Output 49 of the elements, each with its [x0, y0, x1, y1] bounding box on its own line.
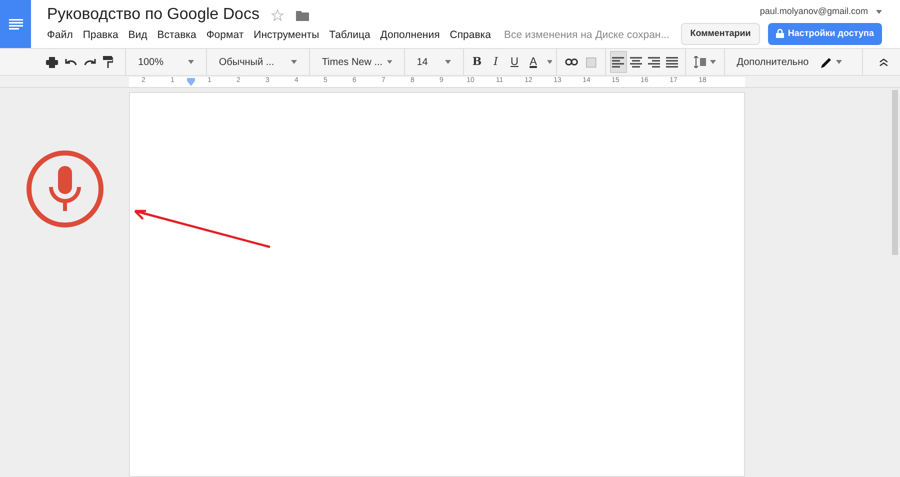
- comments-button[interactable]: Комментарии: [681, 22, 760, 44]
- font-size-select[interactable]: 14: [408, 48, 459, 76]
- collapse-icon[interactable]: [878, 58, 888, 66]
- paint-roller-icon[interactable]: [103, 56, 113, 68]
- align-icon: [612, 56, 624, 68]
- share-button[interactable]: Настройки доступа: [768, 22, 882, 44]
- format-button[interactable]: A: [524, 50, 543, 74]
- folder-icon[interactable]: [296, 10, 310, 20]
- star-icon[interactable]: [271, 8, 284, 22]
- menu-item[interactable]: Правка: [82, 28, 118, 42]
- menu-item[interactable]: Таблица: [329, 28, 370, 42]
- pencil-icon[interactable]: [820, 56, 832, 68]
- align-button[interactable]: [610, 51, 628, 73]
- align-icon: [648, 56, 660, 68]
- docs-menu-icon[interactable]: [0, 0, 31, 48]
- lock-icon: [776, 29, 784, 38]
- caret-icon: [290, 60, 297, 64]
- more-menu[interactable]: Дополнительно: [728, 48, 821, 76]
- redo-icon[interactable]: [84, 58, 96, 66]
- caret-icon: [836, 60, 842, 64]
- caret-icon: [876, 10, 882, 14]
- caret-icon: [444, 60, 451, 64]
- format-button[interactable]: I: [486, 50, 506, 74]
- line-spacing-icon[interactable]: [694, 56, 706, 68]
- account-email[interactable]: paul.molyanov@gmail.com: [760, 5, 868, 18]
- save-status[interactable]: Все изменения на Диске сохран...: [504, 28, 670, 42]
- menu-item[interactable]: Формат: [206, 28, 244, 42]
- document-title[interactable]: Руководство по Google Docs: [47, 5, 260, 25]
- menu-item[interactable]: Вид: [128, 28, 148, 42]
- undo-icon[interactable]: [65, 58, 77, 66]
- font-select[interactable]: Times New ...: [314, 48, 400, 76]
- style-select[interactable]: Обычный ...: [210, 48, 305, 76]
- menu-item[interactable]: Инструменты: [254, 28, 320, 42]
- scrollbar-thumb[interactable]: [892, 90, 898, 255]
- menu-item[interactable]: Файл: [47, 28, 73, 42]
- menu-item[interactable]: Вставка: [157, 28, 196, 42]
- align-icon: [630, 56, 642, 68]
- menu-item[interactable]: Дополнения: [380, 28, 440, 42]
- format-button[interactable]: U: [505, 50, 524, 74]
- caret-icon: [386, 60, 392, 64]
- format-button[interactable]: B: [468, 50, 486, 74]
- link-icon[interactable]: [565, 58, 578, 66]
- zoom-select[interactable]: 100%: [130, 48, 202, 76]
- microphone-icon[interactable]: [26, 150, 104, 228]
- caret-icon: [546, 60, 552, 64]
- caret-icon: [188, 60, 194, 64]
- align-icon: [666, 56, 678, 68]
- caret-icon: [710, 60, 716, 64]
- menu-item[interactable]: Справка: [450, 28, 491, 42]
